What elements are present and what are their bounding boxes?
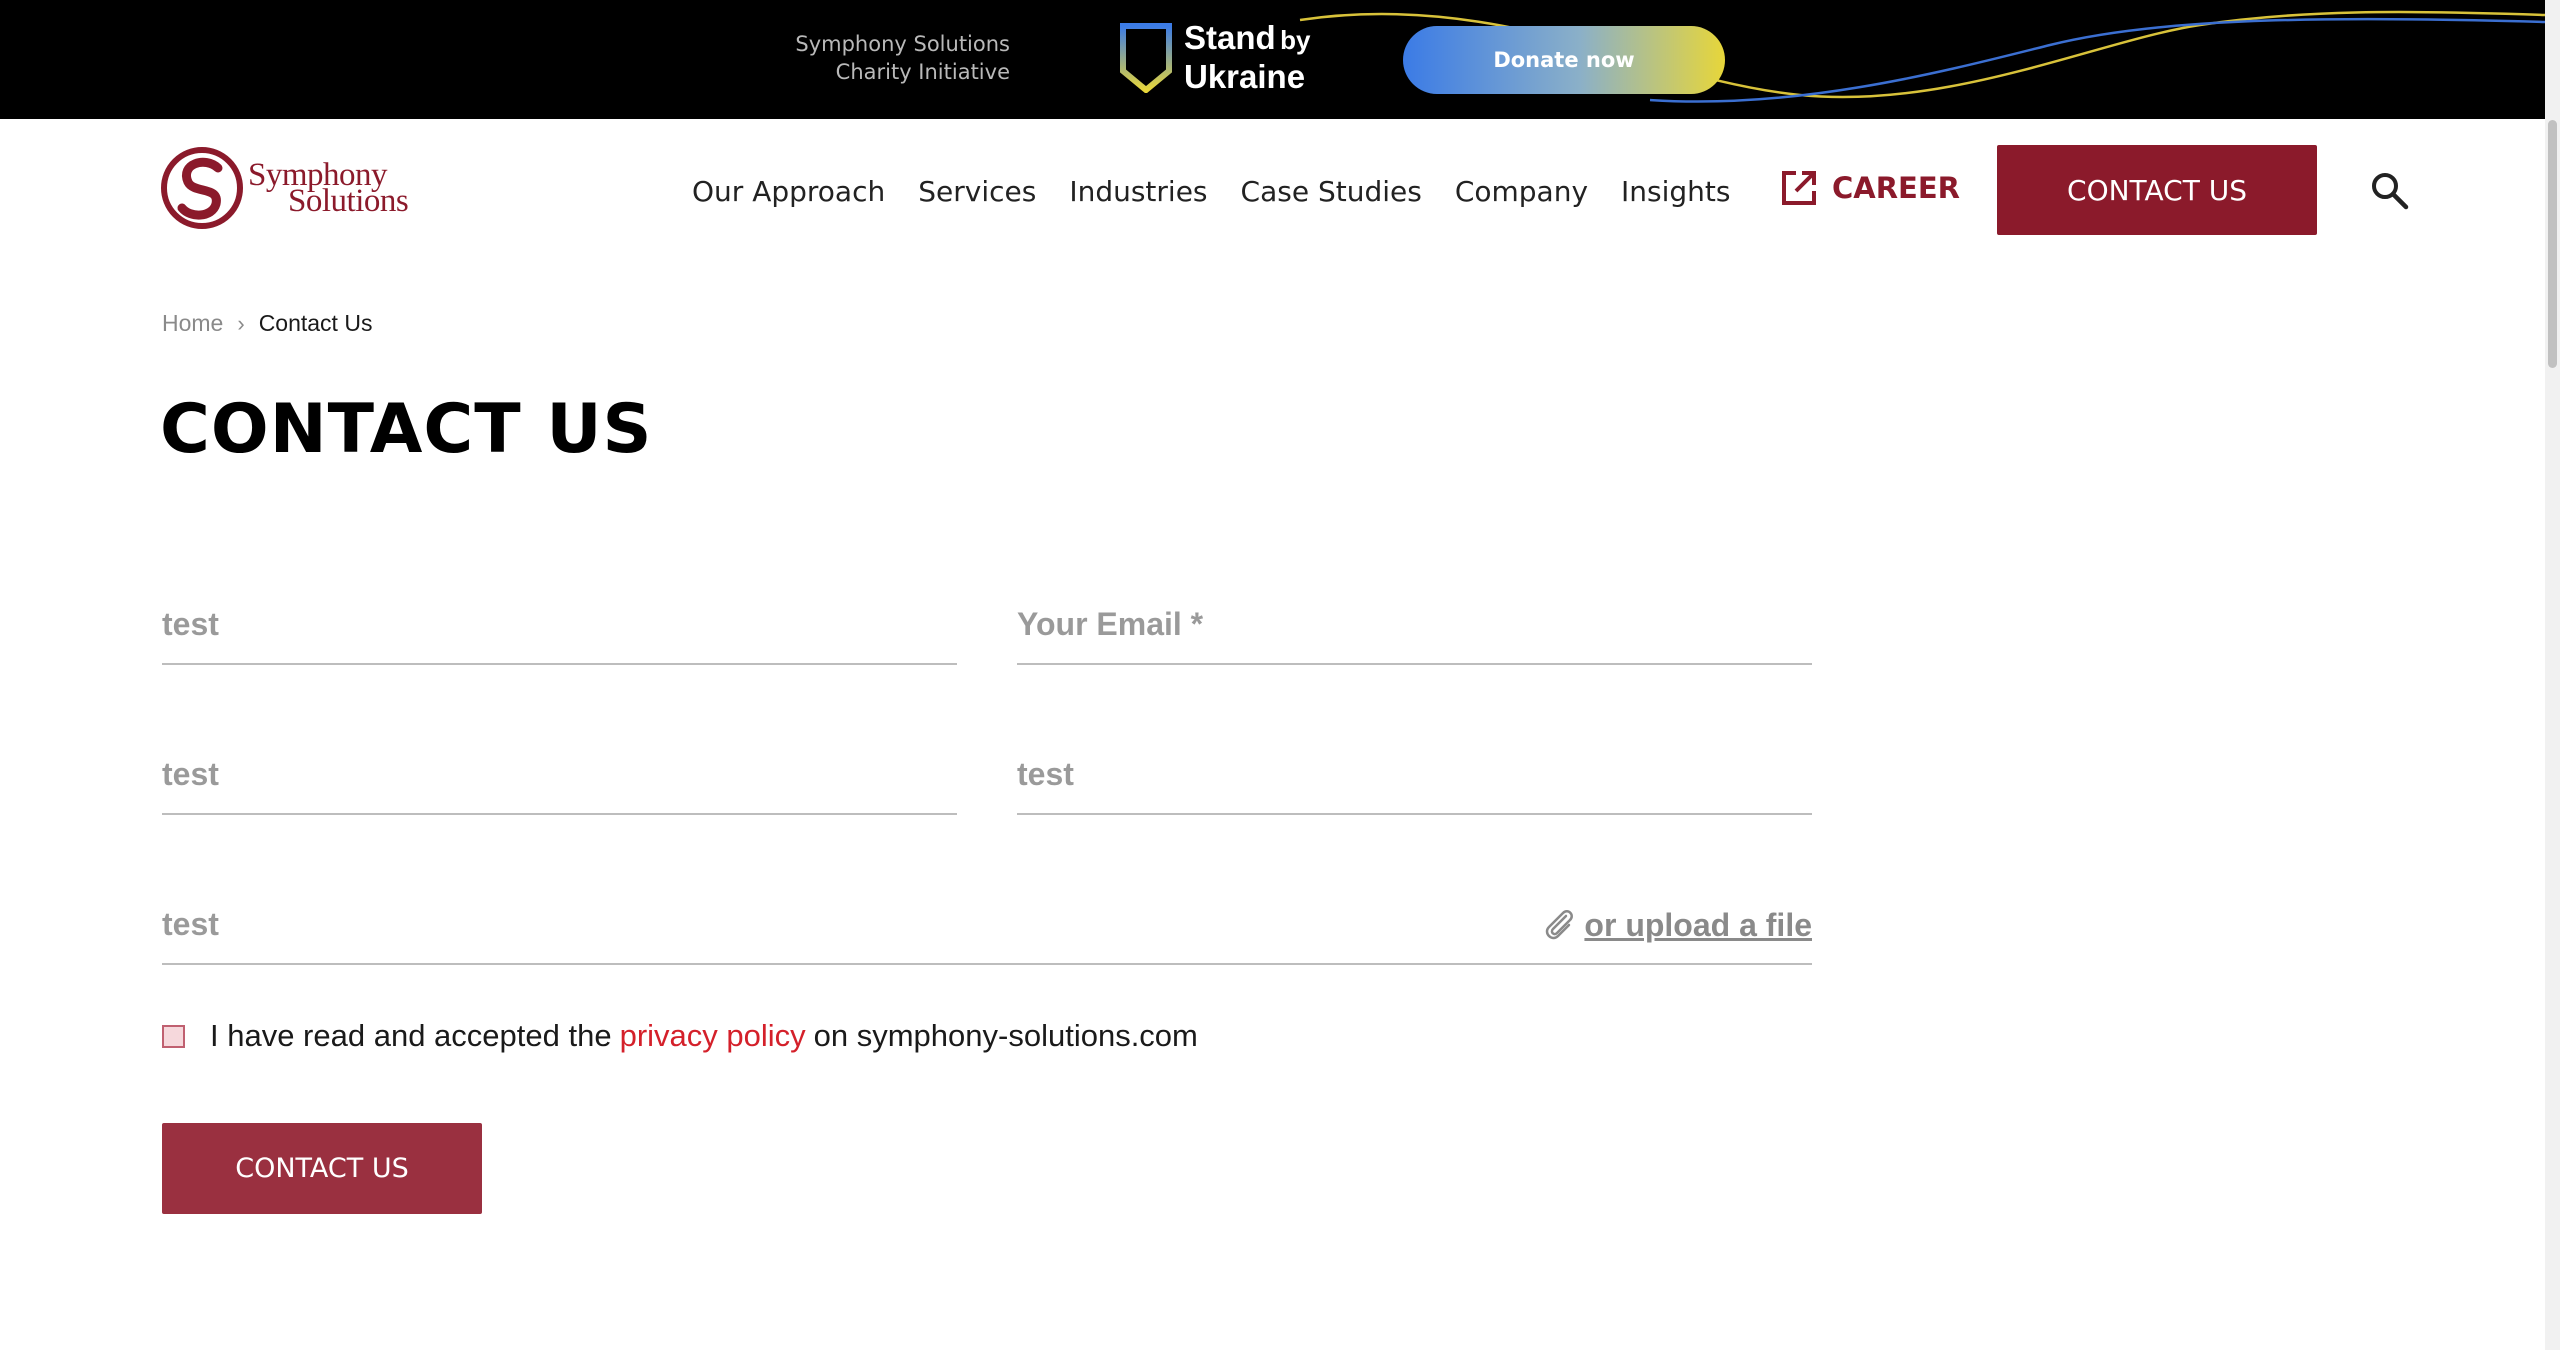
breadcrumb: Home › Contact Us	[162, 310, 372, 337]
page-title: CONTACT US	[160, 390, 653, 469]
symphony-solutions-logo[interactable]: Symphony Solutions	[160, 146, 409, 230]
by-text: by	[1280, 25, 1311, 55]
submit-contact-button[interactable]: CONTACT US	[162, 1123, 482, 1214]
main-navigation: Our Approach Services Industries Case St…	[692, 119, 1764, 264]
message-field: or upload a file	[162, 885, 1812, 965]
nav-services[interactable]: Services	[918, 175, 1036, 208]
breadcrumb-current: Contact Us	[258, 310, 373, 336]
career-link[interactable]: CAREER	[1780, 169, 1960, 207]
ukraine-charity-banner: Symphony Solutions Charity Initiative St…	[0, 0, 2545, 119]
donate-now-button[interactable]: Donate now	[1403, 26, 1725, 94]
nav-insights[interactable]: Insights	[1621, 175, 1730, 208]
chevron-right-icon: ›	[237, 310, 245, 336]
charity-line-1: Symphony Solutions	[795, 32, 1010, 56]
breadcrumb-home[interactable]: Home	[162, 310, 223, 337]
charity-line-2: Charity Initiative	[835, 60, 1010, 84]
nav-our-approach[interactable]: Our Approach	[692, 175, 885, 208]
scrollbar-thumb[interactable]	[2548, 120, 2557, 368]
stand-by-ukraine-logo[interactable]: Stand by Ukraine	[1120, 19, 1311, 95]
privacy-consent: I have read and accepted the privacy pol…	[162, 1018, 1198, 1054]
logo-wordmark: Symphony Solutions	[248, 159, 409, 218]
name-field	[162, 585, 957, 665]
consent-checkbox[interactable]	[162, 1024, 185, 1048]
nav-company[interactable]: Company	[1455, 175, 1588, 208]
email-field	[1017, 585, 1812, 665]
company-field	[162, 735, 957, 815]
logo-mark-icon	[161, 147, 243, 229]
email-input[interactable]	[1017, 605, 1812, 643]
upload-file-label: or upload a file	[1584, 907, 1812, 943]
nav-case-studies[interactable]: Case Studies	[1241, 175, 1422, 208]
shield-icon	[1120, 22, 1172, 93]
ukraine-text: Stand by Ukraine	[1184, 19, 1311, 95]
message-input[interactable]	[162, 905, 1412, 943]
charity-initiative-text: Symphony Solutions Charity Initiative	[795, 30, 1010, 86]
search-icon[interactable]	[2370, 171, 2410, 211]
stand-text: Stand	[1184, 19, 1276, 56]
phone-field	[1017, 735, 1812, 815]
nav-industries[interactable]: Industries	[1069, 175, 1207, 208]
header-contact-us-button[interactable]: CONTACT US	[1997, 145, 2317, 235]
phone-input[interactable]	[1017, 755, 1812, 793]
external-link-icon	[1782, 171, 1816, 205]
page-scrollbar[interactable]	[2545, 0, 2560, 1350]
company-input[interactable]	[162, 755, 957, 793]
career-label: CAREER	[1832, 171, 1961, 205]
consent-suffix: on symphony-solutions.com	[813, 1018, 1198, 1053]
name-input[interactable]	[162, 605, 957, 643]
site-header: Symphony Solutions Our Approach Services…	[0, 119, 2545, 264]
paperclip-icon	[1546, 909, 1574, 939]
consent-prefix: I have read and accepted the	[210, 1018, 612, 1053]
upload-file-link[interactable]: or upload a file	[1542, 907, 1812, 944]
ukraine-country-text: Ukraine	[1184, 58, 1306, 95]
privacy-policy-link[interactable]: privacy policy	[620, 1018, 806, 1054]
